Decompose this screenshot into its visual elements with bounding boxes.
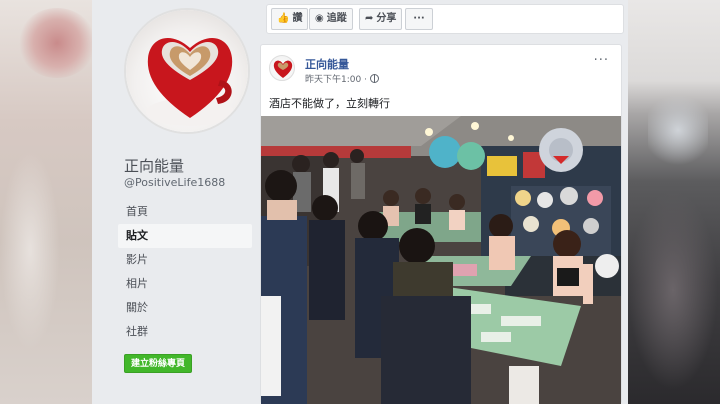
follow-button[interactable]: ◉ 追蹤 (309, 8, 353, 30)
background-blur-shape (18, 8, 96, 78)
post-photo[interactable] (261, 116, 621, 404)
heart-coffee-cup-image (146, 37, 234, 126)
blurred-background-left (0, 0, 96, 404)
post-author-avatar[interactable] (269, 55, 295, 81)
like-label: 讚 (292, 13, 303, 24)
nav-item-videos[interactable]: 影片 (118, 248, 252, 272)
post-card: 正向能量 昨天下午1:00 · ··· 酒店不能做了，立刻轉行 (260, 44, 622, 404)
nav-item-home[interactable]: 首頁 (118, 200, 252, 224)
post-timestamp[interactable]: 昨天下午1:00 · (305, 72, 379, 85)
nav-item-community[interactable]: 社群 (118, 320, 252, 344)
share-arrow-icon: ➦ (365, 13, 374, 24)
page-action-bar: 👍 讚 ◉ 追蹤 ➦ 分享 ··· (266, 4, 624, 34)
heart-coffee-cup-icon (273, 60, 293, 78)
globe-icon (369, 74, 379, 83)
page-handle[interactable]: @PositiveLife1688 (124, 176, 225, 189)
share-button[interactable]: ➦ 分享 (359, 8, 403, 30)
more-options-button[interactable]: ··· (405, 8, 433, 30)
page-name[interactable]: 正向能量 (124, 155, 184, 176)
post-time-text: 昨天下午1:00 · (305, 75, 367, 85)
more-label: ··· (413, 13, 425, 24)
page-profile-picture[interactable] (124, 8, 250, 134)
rss-icon: ◉ (315, 13, 324, 24)
background-blur-shape (0, 150, 60, 350)
post-author-name[interactable]: 正向能量 (305, 56, 349, 72)
facebook-page: 正向能量 @PositiveLife1688 首頁 貼文 影片 相片 關於 社群… (92, 0, 628, 404)
follow-label: 追蹤 (326, 13, 347, 24)
thumbs-up-icon: 👍 (277, 13, 290, 24)
background-blur-shape (648, 90, 708, 170)
share-label: 分享 (376, 13, 397, 24)
nav-item-photos[interactable]: 相片 (118, 272, 252, 296)
nav-item-posts[interactable]: 貼文 (118, 224, 252, 248)
page-nav: 首頁 貼文 影片 相片 關於 社群 (118, 200, 252, 344)
blurred-background-right (628, 0, 720, 404)
mahjong-night-market-photo (261, 116, 621, 404)
post-text: 酒店不能做了，立刻轉行 (269, 97, 390, 110)
nav-item-about[interactable]: 關於 (118, 296, 252, 320)
background-blur-shape (628, 190, 718, 390)
post-options-button[interactable]: ··· (594, 53, 609, 68)
create-page-button[interactable]: 建立粉絲專頁 (124, 354, 193, 373)
like-button[interactable]: 👍 讚 (271, 8, 309, 30)
